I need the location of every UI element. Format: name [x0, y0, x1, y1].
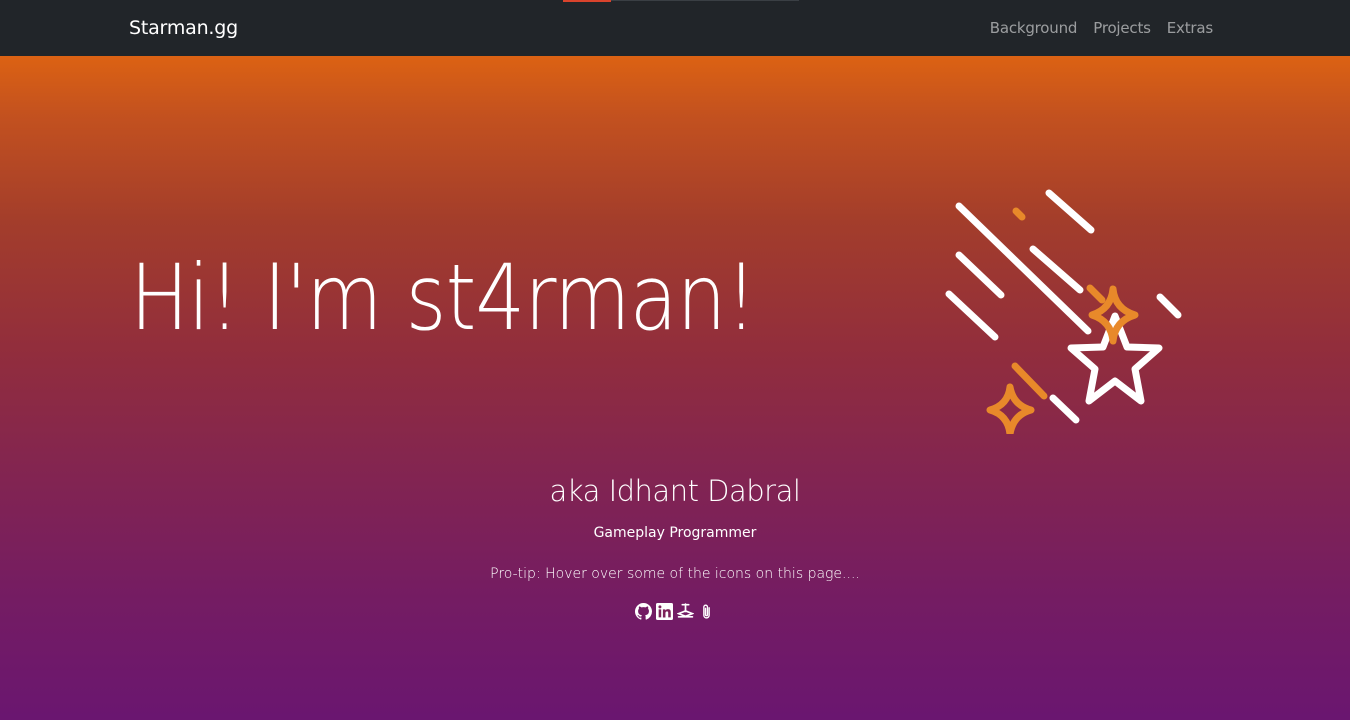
brand-link[interactable]: Starman.gg	[129, 17, 238, 39]
paperclip-icon[interactable]	[698, 603, 715, 620]
hero-headline: Hi! I'm st4rman!	[130, 246, 757, 351]
nav-link-background[interactable]: Background	[990, 19, 1078, 37]
linkedin-icon[interactable]	[656, 603, 673, 620]
nav-progress-indicator	[563, 0, 611, 2]
shooting-star-icon	[945, 189, 1182, 434]
hero-role: Gameplay Programmer	[593, 525, 757, 541]
steam-icon[interactable]	[677, 603, 694, 620]
hero-section: Hi! I'm st4rman! aka Idhant Dabral Gamep…	[0, 56, 1350, 720]
nav-link-extras[interactable]: Extras	[1167, 19, 1213, 37]
nav-links: Background Projects Extras	[990, 19, 1213, 37]
github-icon[interactable]	[635, 603, 652, 620]
hero-alias: aka Idhant Dabral	[549, 474, 801, 508]
nav-progress-track	[611, 0, 799, 1]
navbar: Starman.gg Background Projects Extras	[0, 0, 1350, 56]
social-links	[0, 603, 1350, 620]
hero-tip: Pro-tip: Hover over some of the icons on…	[490, 566, 860, 582]
nav-link-projects[interactable]: Projects	[1093, 19, 1151, 37]
